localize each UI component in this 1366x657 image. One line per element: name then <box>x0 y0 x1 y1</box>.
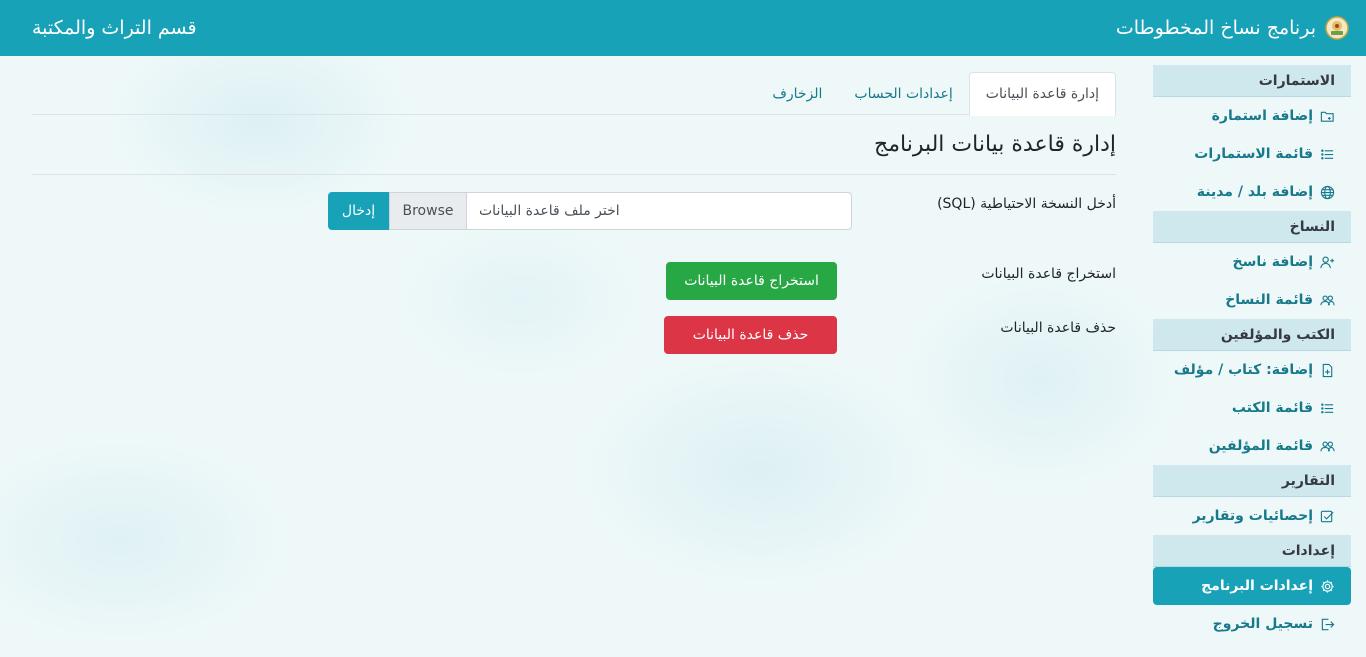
tab-database-management[interactable]: إدارة قاعدة البيانات <box>968 72 1116 116</box>
file-input-group: إدخال Browse اختر ملف قاعدة البيانات <box>328 192 852 230</box>
sidebar-item-label: إعدادات البرنامج <box>1201 578 1313 594</box>
sidebar-item-copyists-list[interactable]: قائمة النساخ <box>1153 281 1351 319</box>
file-input-placeholder: اختر ملف قاعدة البيانات <box>479 203 620 219</box>
backup-import-row: أدخل النسخة الاحتياطية (SQL) إدخال Brows… <box>32 192 1116 230</box>
sidebar-section-books: الكتب والمؤلفين <box>1153 319 1351 351</box>
sidebar-item-logout[interactable]: تسجيل الخروج <box>1153 605 1351 643</box>
sidebar-item-program-settings[interactable]: إعدادات البرنامج <box>1153 567 1351 605</box>
backup-label: أدخل النسخة الاحتياطية (SQL) <box>937 196 1116 212</box>
sidebar-item-label: قائمة الاستمارات <box>1194 146 1313 162</box>
sidebar-section-settings: إعدادات <box>1153 535 1351 567</box>
list-icon <box>1319 146 1335 162</box>
extract-label: استخراج قاعدة البيانات <box>981 266 1116 282</box>
gear-icon <box>1319 578 1335 594</box>
brand[interactable]: برنامج نساخ المخطوطات <box>1116 0 1350 56</box>
sidebar-item-label: إضافة استمارة <box>1211 108 1313 124</box>
extract-database-button[interactable]: استخراج قاعدة البيانات <box>666 262 837 300</box>
enter-button[interactable]: إدخال <box>328 192 389 230</box>
database-file-input[interactable]: اختر ملف قاعدة البيانات <box>466 192 852 230</box>
app-title: برنامج نساخ المخطوطات <box>1115 17 1316 39</box>
delete-label: حذف قاعدة البيانات <box>1000 320 1116 336</box>
tab-ornaments[interactable]: الزخارف <box>756 72 838 115</box>
sidebar: الاستمارات إضافة استمارة قائمة الاستمارا… <box>1153 65 1351 643</box>
folder-plus-icon <box>1319 108 1335 124</box>
sidebar-item-statistics[interactable]: إحصائيات وتقارير <box>1153 497 1351 535</box>
sidebar-item-label: إضافة: كتاب / مؤلف <box>1173 362 1313 378</box>
sidebar-item-add-book[interactable]: إضافة: كتاب / مؤلف <box>1153 351 1351 389</box>
sidebar-item-add-copyist[interactable]: إضافة ناسخ <box>1153 243 1351 281</box>
sidebar-section-forms: الاستمارات <box>1153 65 1351 97</box>
sidebar-item-label: قائمة المؤلفين <box>1208 438 1313 454</box>
tab-account-settings[interactable]: إعدادات الحساب <box>838 72 968 115</box>
sidebar-item-label: تسجيل الخروج <box>1212 616 1313 632</box>
check-square-icon <box>1319 508 1335 524</box>
sidebar-item-forms-list[interactable]: قائمة الاستمارات <box>1153 135 1351 173</box>
users-icon <box>1319 292 1335 308</box>
settings-tabs: إدارة قاعدة البيانات إعدادات الحساب الزخ… <box>32 72 1116 116</box>
emblem-icon <box>1324 15 1350 41</box>
list-icon <box>1319 400 1335 416</box>
logout-icon <box>1319 616 1335 632</box>
sidebar-item-label: قائمة الكتب <box>1231 400 1313 416</box>
sidebar-item-label: إضافة بلد / مدينة <box>1196 184 1313 200</box>
page-title: إدارة قاعدة بيانات البرنامج <box>32 115 1116 175</box>
extract-row: استخراج قاعدة البيانات استخراج قاعدة الب… <box>32 262 1116 300</box>
sidebar-item-label: إضافة ناسخ <box>1232 254 1314 270</box>
sidebar-item-books-list[interactable]: قائمة الكتب <box>1153 389 1351 427</box>
top-navbar: برنامج نساخ المخطوطات قسم التراث والمكتب… <box>0 0 1366 56</box>
sidebar-item-authors-list[interactable]: قائمة المؤلفين <box>1153 427 1351 465</box>
delete-database-button[interactable]: حذف قاعدة البيانات <box>664 316 837 354</box>
delete-row: حذف قاعدة البيانات حذف قاعدة البيانات <box>32 316 1116 354</box>
user-plus-icon <box>1319 254 1335 270</box>
globe-icon <box>1319 184 1335 200</box>
sidebar-section-copyists: النساخ <box>1153 211 1351 243</box>
sidebar-item-add-city[interactable]: إضافة بلد / مدينة <box>1153 173 1351 211</box>
browse-button[interactable]: Browse <box>389 192 466 230</box>
department-title: قسم التراث والمكتبة <box>32 17 197 39</box>
sidebar-section-reports: التقارير <box>1153 465 1351 497</box>
users-icon <box>1319 438 1335 454</box>
main-content: إدارة قاعدة البيانات إعدادات الحساب الزخ… <box>32 72 1116 354</box>
file-plus-icon <box>1319 362 1335 378</box>
sidebar-item-add-form[interactable]: إضافة استمارة <box>1153 97 1351 135</box>
sidebar-item-label: قائمة النساخ <box>1225 292 1313 308</box>
sidebar-item-label: إحصائيات وتقارير <box>1192 508 1313 524</box>
